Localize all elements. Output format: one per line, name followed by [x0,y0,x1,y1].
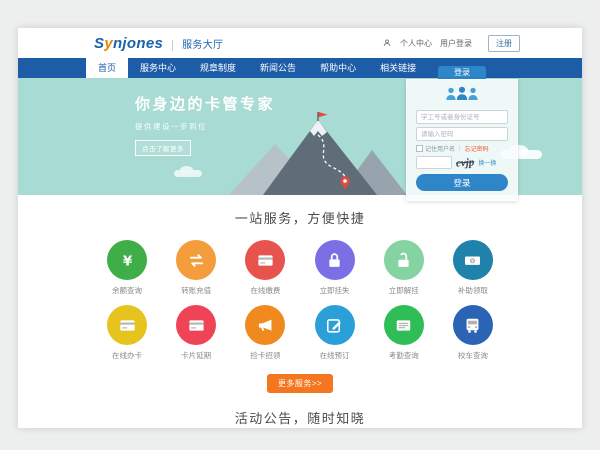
service-item-3[interactable]: 立即挂失 [306,240,364,296]
captcha-row: cvjp 换一换 [416,156,508,169]
service-label: 立即挂失 [306,285,364,296]
hero-text: 你身边的卡管专家 提供建设一步到位 点击了解更多 [135,93,275,156]
captcha-image[interactable]: cvjp [456,156,475,169]
service-label: 考勤查询 [375,350,433,361]
nav-item-1[interactable]: 服务中心 [128,58,188,78]
header-link-1[interactable]: 用户登录 [440,39,472,48]
service-item-6[interactable]: 在线办卡 [98,305,156,361]
edit-icon [315,305,355,345]
service-item-9[interactable]: 在线预订 [306,305,364,361]
logo-text: S [94,35,104,52]
attendance-icon [384,305,424,345]
service-label: 在线缴费 [236,285,294,296]
register-button[interactable]: 注册 [488,35,520,52]
login-panel: 登录 记住用户名 | 忘记密码 [406,66,518,201]
service-item-2[interactable]: 在线缴费 [236,240,294,296]
header-right: 个人中心用户登录 注册 [382,35,520,52]
webpage: Synjones 服务大厅 个人中心用户登录 注册 首页服务中心规章制度新闻公告帮… [18,28,582,428]
service-label: 卡片延期 [167,350,225,361]
logo-accent: y [104,35,113,52]
services-row-1: ¥ 余额查询转账充值在线缴费 立即挂失立即解挂 ¥ 补助领取 [98,240,502,296]
nav-item-4[interactable]: 帮助中心 [308,58,368,78]
service-label: 余额查询 [98,285,156,296]
header-link-0[interactable]: 个人中心 [400,39,432,48]
card-icon [176,305,216,345]
nav-item-3[interactable]: 新闻公告 [248,58,308,78]
service-label: 补助领取 [444,285,502,296]
transfer-icon [176,240,216,280]
header-links: 个人中心用户登录 [400,38,480,49]
remember-checkbox[interactable] [416,145,423,152]
logo-suffix: 服务大厅 [172,40,223,51]
megaphone-icon [245,305,285,345]
service-item-11[interactable]: 校车查询 [444,305,502,361]
user-icon [382,38,392,48]
hero-title: 你身边的卡管专家 [135,93,275,114]
service-label: 立即解挂 [375,285,433,296]
service-item-10[interactable]: 考勤查询 [375,305,433,361]
nav-item-2[interactable]: 规章制度 [188,58,248,78]
site-header: Synjones 服务大厅 个人中心用户登录 注册 [18,28,582,58]
service-item-7[interactable]: 卡片延期 [167,305,225,361]
service-label: 在线办卡 [98,350,156,361]
users-icon [416,86,508,106]
nav-item-0[interactable]: 首页 [86,58,128,78]
login-form: 记住用户名 | 忘记密码 cvjp 换一换 登录 [406,79,518,201]
banknote-icon: ¥ [453,240,493,280]
remember-row: 记住用户名 | 忘记密码 [416,144,508,153]
announcements-title: 活动公告，随时知晓 [18,408,582,427]
services-section: 一站服务，方便快捷 ¥ 余额查询转账充值在线缴费 立即挂失立即解挂 ¥ 补助领取 在线办… [18,195,582,393]
logo-text-2: njones [113,35,163,52]
captcha-input[interactable] [416,156,452,169]
service-label: 转账充值 [167,285,225,296]
forgot-password-link[interactable]: 忘记密码 [465,144,489,153]
service-item-5[interactable]: ¥ 补助领取 [444,240,502,296]
service-item-0[interactable]: ¥ 余额查询 [98,240,156,296]
screenshot-canvas: { "header": { "logo": {"part1": "S", "ac… [0,0,600,450]
svg-text:¥: ¥ [122,254,132,269]
service-item-8[interactable]: 捡卡招领 [236,305,294,361]
unlock-icon [384,240,424,280]
card-icon [107,305,147,345]
password-input[interactable] [416,127,508,141]
services-title: 一站服务，方便快捷 [18,208,582,227]
student-id-input[interactable] [416,110,508,124]
divider: | [459,146,461,152]
service-item-4[interactable]: 立即解挂 [375,240,433,296]
login-tab[interactable]: 登录 [438,66,486,79]
yen-icon: ¥ [107,240,147,280]
cloud-decoration [174,170,202,177]
card-icon [245,240,285,280]
login-button[interactable]: 登录 [416,174,508,191]
remember-label: 记住用户名 [425,144,455,153]
bus-icon [453,305,493,345]
captcha-refresh-link[interactable]: 换一换 [478,158,496,167]
announcements-section: 活动公告，随时知晓 使用指南最新公告更多>>使用指南更多>> [18,408,582,428]
service-label: 在线预订 [306,350,364,361]
services-row-2: 在线办卡卡片延期捡卡招领 在线预订考勤查询校车查询 [98,305,502,361]
service-label: 捡卡招领 [236,350,294,361]
logo[interactable]: Synjones 服务大厅 [94,35,223,52]
lock-icon [315,240,355,280]
hero-subtitle: 提供建设一步到位 [135,121,275,132]
more-services-button[interactable]: 更多服务>> [267,374,333,393]
service-item-1[interactable]: 转账充值 [167,240,225,296]
service-label: 校车查询 [444,350,502,361]
hero-cta-button[interactable]: 点击了解更多 [135,140,191,156]
